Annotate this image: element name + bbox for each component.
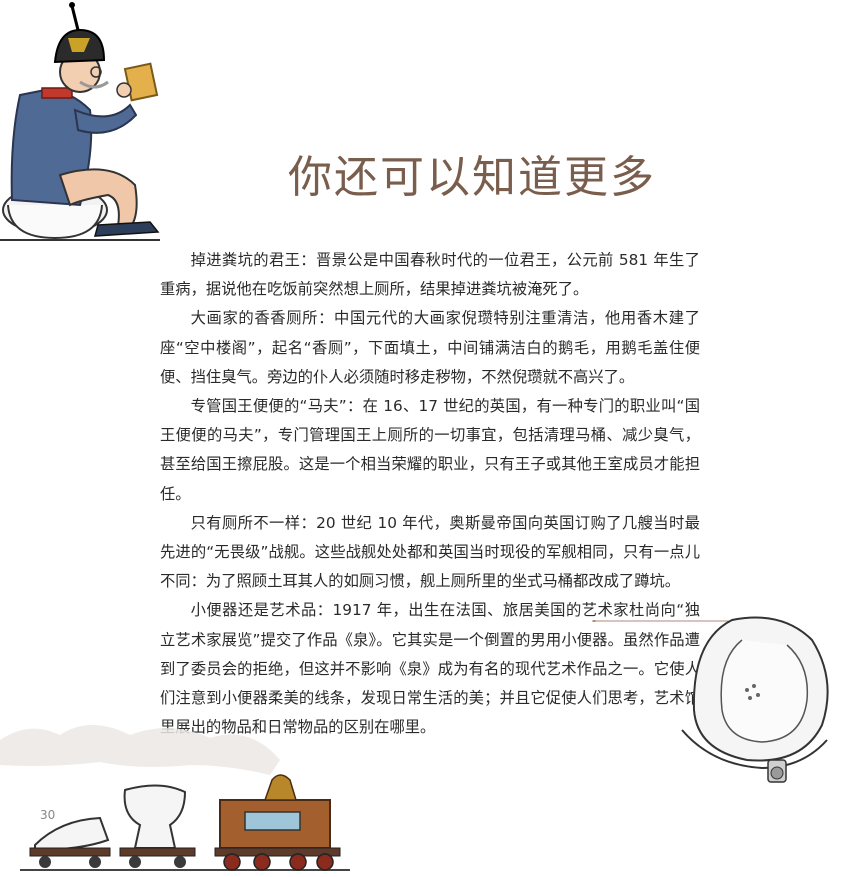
page-number: 30 <box>40 808 56 822</box>
paragraph-lead: 只有厕所不一样： <box>190 513 317 532</box>
paragraph-lead: 专管国王便便的“马夫”： <box>190 397 363 416</box>
fountain-urinal-illustration <box>681 616 829 783</box>
article-body: 掉进粪坑的君王：晋景公是中国春秋时代的一位君王，公元前 581 年生了重病，据说… <box>160 246 700 742</box>
paragraph-lead: 掉进粪坑的君王： <box>190 251 316 269</box>
king-on-toilet-illustration <box>0 2 160 241</box>
page-title: 你还可以知道更多 <box>288 152 656 204</box>
paragraph-lead: 小便器还是艺术品： <box>190 601 333 620</box>
paragraph: 掉进粪坑的君王：晋景公是中国春秋时代的一位君王，公元前 581 年生了重病，据说… <box>160 246 700 304</box>
paragraph: 大画家的香香厕所：中国元代的大画家倪瓒特别注重清洁，他用香木建了座“空中楼阁”，… <box>160 304 700 392</box>
paragraph: 只有厕所不一样：20 世纪 10 年代，奥斯曼帝国向英国订购了几艘当时最先进的“… <box>160 509 700 597</box>
toilet-train-illustration <box>0 725 350 871</box>
paragraph: 专管国王便便的“马夫”：在 16、17 世纪的英国，有一种专门的职业叫“国王便便… <box>160 392 700 509</box>
paragraph-lead: 大画家的香香厕所： <box>190 309 335 328</box>
